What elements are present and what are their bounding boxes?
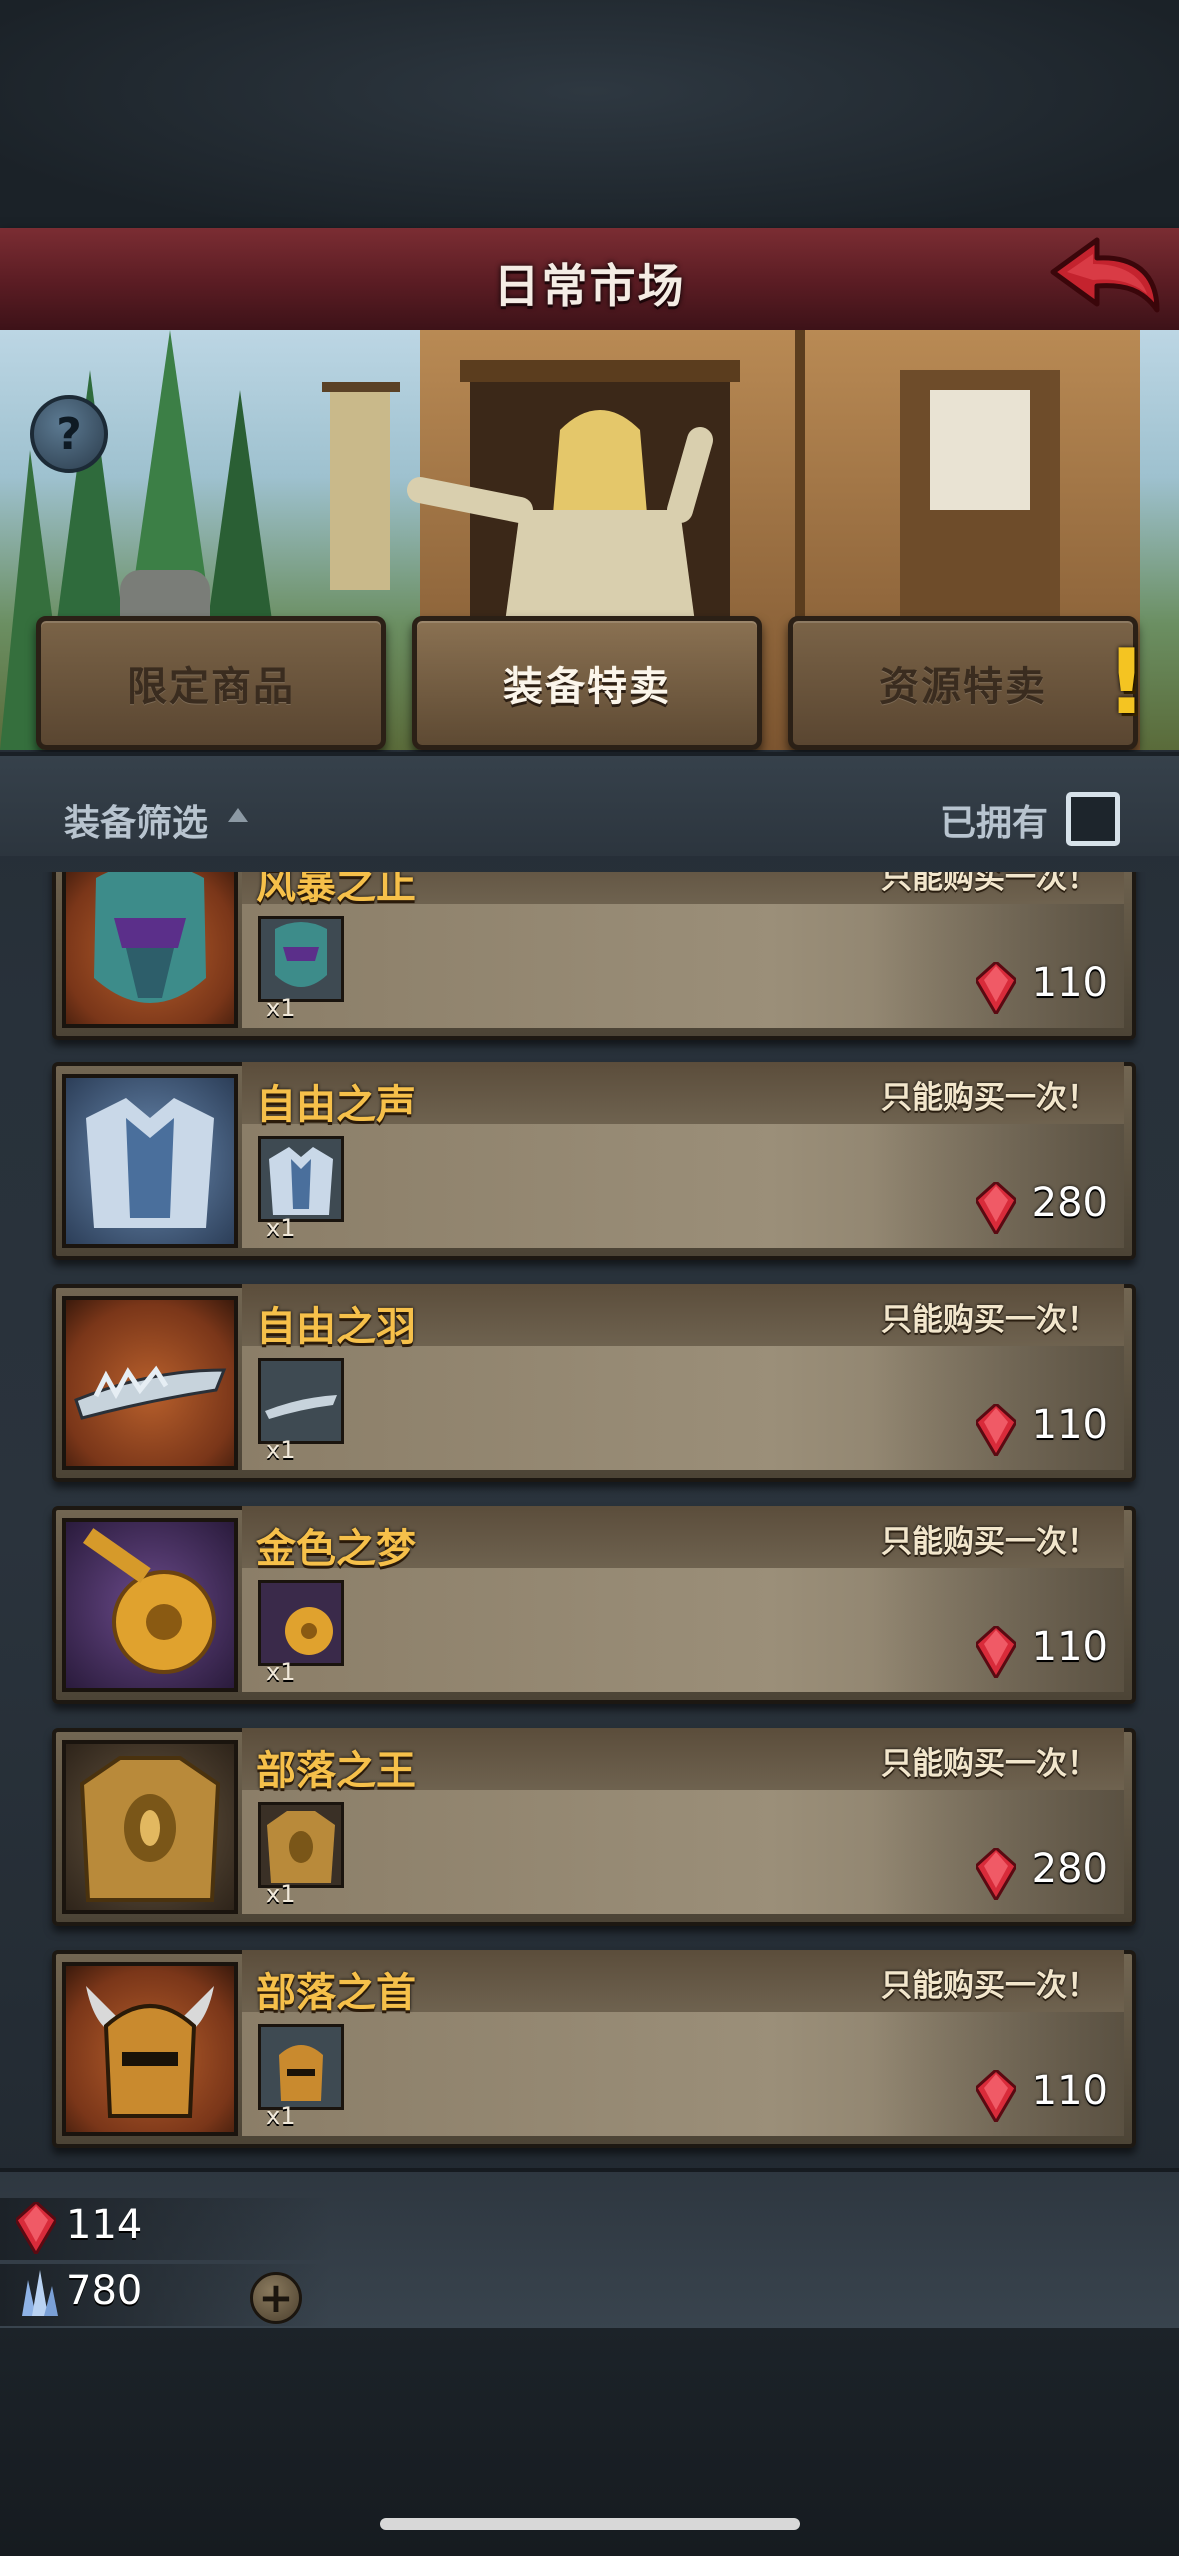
item-name: 部落之王 bbox=[256, 1748, 416, 1794]
horned-helmet-icon bbox=[258, 2024, 344, 2110]
tab-limited-goods[interactable]: 限定商品 bbox=[36, 616, 386, 750]
purchase-limit-note: 只能购买一次！ bbox=[881, 1302, 1098, 1338]
crystal-balance: 780 bbox=[66, 2268, 143, 2314]
home-indicator[interactable] bbox=[380, 2518, 800, 2530]
list-item[interactable]: 自由之羽 只能购买一次！ x1 110 bbox=[52, 1284, 1136, 1482]
ruby-icon bbox=[976, 1848, 1016, 1900]
ruby-icon bbox=[976, 1626, 1016, 1678]
item-price[interactable]: 110 bbox=[1032, 960, 1108, 1006]
circlet-icon bbox=[258, 1358, 344, 1444]
owned-checkbox[interactable] bbox=[1066, 792, 1120, 846]
ruby-icon bbox=[976, 1404, 1016, 1456]
list-item[interactable]: 部落之王 只能购买一次！ x1 280 bbox=[52, 1728, 1136, 1926]
mask-icon bbox=[258, 916, 344, 1002]
mask-icon bbox=[62, 872, 238, 1028]
purchase-limit-note: 只能购买一次！ bbox=[881, 1746, 1098, 1782]
purchase-limit-note: 只能购买一次！ bbox=[881, 1080, 1098, 1116]
page-title: 日常市场 bbox=[493, 259, 686, 313]
ruby-icon bbox=[16, 2202, 56, 2254]
equipment-filter-dropdown[interactable]: 装备筛选 bbox=[64, 794, 208, 846]
item-price[interactable]: 110 bbox=[1032, 1402, 1108, 1448]
list-item[interactable]: 自由之声 只能购买一次！ x1 280 bbox=[52, 1062, 1136, 1260]
item-price[interactable]: 280 bbox=[1032, 1846, 1108, 1892]
item-price[interactable]: 110 bbox=[1032, 2068, 1108, 2114]
back-arrow-icon[interactable] bbox=[1045, 232, 1165, 322]
ruby-icon bbox=[976, 1182, 1016, 1234]
item-name: 金色之梦 bbox=[256, 1526, 416, 1572]
armor-icon bbox=[62, 1074, 238, 1248]
ruby-icon bbox=[976, 962, 1016, 1014]
caret-up-icon[interactable] bbox=[228, 808, 248, 822]
crystal-icon bbox=[22, 2270, 58, 2316]
owned-filter-label: 已拥有 bbox=[940, 803, 1049, 844]
ruby-icon bbox=[976, 2070, 1016, 2122]
item-price[interactable]: 110 bbox=[1032, 1624, 1108, 1670]
item-quantity: x1 bbox=[266, 1880, 296, 1908]
top-backdrop bbox=[0, 0, 1179, 228]
purchase-limit-note: 只能购买一次！ bbox=[881, 872, 1098, 896]
add-currency-button[interactable]: + bbox=[250, 2272, 302, 2324]
item-price[interactable]: 280 bbox=[1032, 1180, 1108, 1226]
tab-resource-sale[interactable]: 资源特卖 bbox=[788, 616, 1138, 750]
list-item[interactable]: 金色之梦 只能购买一次！ x1 110 bbox=[52, 1506, 1136, 1704]
item-name: 自由之羽 bbox=[256, 1304, 416, 1350]
item-quantity: x1 bbox=[266, 1436, 296, 1464]
item-name: 风暴之止 bbox=[256, 872, 416, 908]
item-quantity: x1 bbox=[266, 1214, 296, 1242]
help-button[interactable]: ? bbox=[30, 395, 108, 473]
tab-equipment-sale[interactable]: 装备特卖 bbox=[412, 616, 762, 750]
title-bar: 日常市场 bbox=[0, 228, 1179, 334]
armor-icon bbox=[258, 1136, 344, 1222]
purchase-limit-note: 只能购买一次！ bbox=[881, 1968, 1098, 2004]
item-quantity: x1 bbox=[266, 2102, 296, 2130]
list-item[interactable]: 风暴之止 只能购买一次！ x1 110 bbox=[52, 872, 1136, 1040]
list-item[interactable]: 部落之首 只能购买一次！ x1 110 bbox=[52, 1950, 1136, 2148]
ruby-balance: 114 bbox=[66, 2202, 143, 2248]
item-quantity: x1 bbox=[266, 994, 296, 1022]
purchase-limit-note: 只能购买一次！ bbox=[881, 1524, 1098, 1560]
horned-helmet-icon bbox=[62, 1962, 238, 2136]
circlet-icon bbox=[62, 1296, 238, 1470]
lute-icon bbox=[62, 1518, 238, 1692]
item-quantity: x1 bbox=[266, 1658, 296, 1686]
item-name: 部落之首 bbox=[256, 1970, 416, 2016]
item-list[interactable]: 风暴之止 只能购买一次！ x1 110 自由之声 只能购买一次！ x1 280 … bbox=[0, 872, 1179, 2168]
alert-exclamation-icon: ! bbox=[1106, 630, 1148, 735]
golden-armor-icon bbox=[258, 1802, 344, 1888]
golden-armor-icon bbox=[62, 1740, 238, 1914]
lute-icon bbox=[258, 1580, 344, 1666]
item-name: 自由之声 bbox=[256, 1082, 416, 1128]
